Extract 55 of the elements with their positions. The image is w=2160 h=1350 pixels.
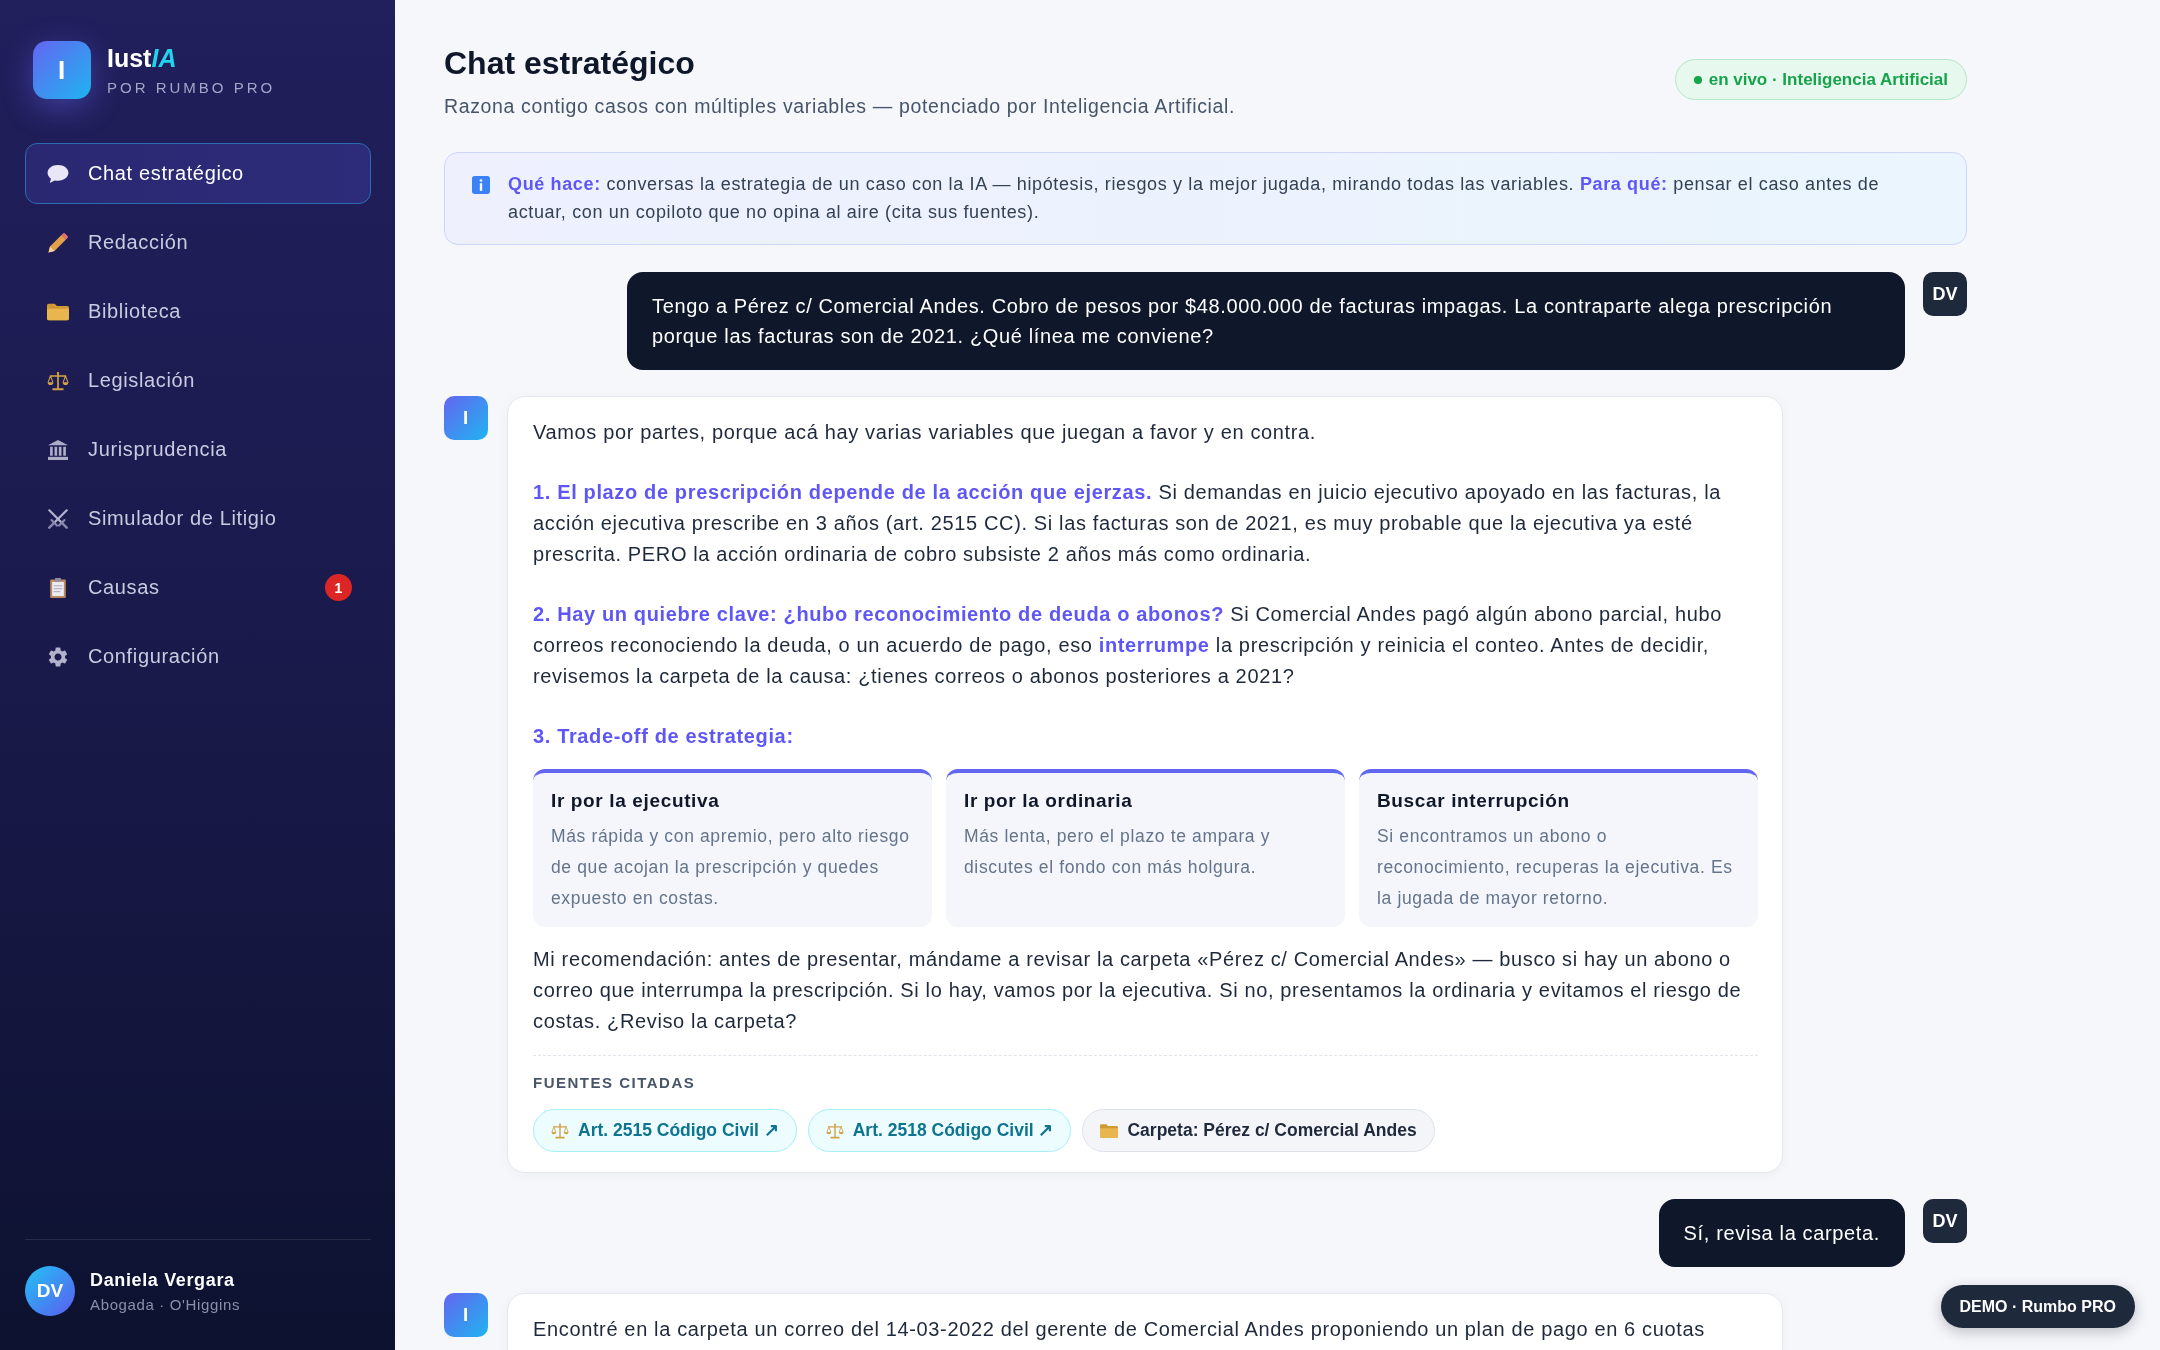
option-title: Buscar interrupción [1377, 789, 1571, 813]
nav-item[interactable]: Causas 1 [25, 557, 371, 618]
count-badge: 1 [325, 574, 352, 601]
option-text: Más rápida y con apremio, pero alto riesgo de que acojan la prescripción y quedes expuesto en costas. [551, 825, 911, 910]
nav-item[interactable]: Chat estratégico [25, 143, 371, 204]
section-heading: 3. Trade-off de estrategia: [533, 724, 795, 749]
nav-item[interactable]: Configuración [25, 626, 371, 687]
crossed-swords-icon [47, 508, 69, 529]
scales-icon [551, 1122, 569, 1139]
pencil-icon [47, 232, 69, 253]
user-avatar: DV [25, 1266, 75, 1316]
nav-item[interactable]: Simulador de Litigio [25, 488, 371, 549]
source-link[interactable]: Art. 2515 Código Civil ↗ [533, 1109, 797, 1152]
nav-item[interactable]: Jurisprudencia [25, 419, 371, 480]
nav-item[interactable]: Legislación [25, 350, 371, 411]
user-role: Abogada · O'Higgins [90, 1295, 241, 1313]
info-icon [472, 176, 490, 194]
message-text: 2. Hay un quiebre clave: ¿hubo reconocimiento de deuda o abonos? Si Comercial Andes pagó algún abono parcial, hubo correos reconociendo la deuda, o un acuerdo de pago, eso interrumpe la prescripción y reinicia el conteo. Antes de decidir, revisemos la carpeta de la causa: ¿tienes correos o abonos posteriores a 2021? [533, 602, 1723, 689]
user-avatar: DV [1923, 272, 1967, 316]
message-text: Mi recomendación: antes de presentar, mándame a revisar la carpeta «Pérez c/ Comercial Andes» — busco si hay un abono o correo que interrumpa la prescripción. Si lo hay, vamos por la ejecutiva. Si no, presentamos la ordinaria y evitamos el riesgo de costas. ¿Reviso la carpeta? [533, 947, 1743, 1034]
building-icon [47, 439, 69, 460]
user-name: Daniela Vergara [90, 1269, 236, 1291]
status-dot-icon [1693, 75, 1702, 84]
assistant-avatar: I [444, 396, 488, 440]
option-text: Más lenta, pero el plazo te ampara y discutes el fondo con más holgura. [964, 825, 1272, 879]
folder-icon [1100, 1122, 1119, 1139]
assistant-avatar: I [444, 1293, 488, 1337]
user-avatar: DV [1923, 1199, 1967, 1243]
message-text: 1. El plazo de prescripción depende de la acción que ejerzas. Si demandas en juicio ejecutivo apoyado en las facturas, la acción ejecutiva prescribe en 3 años (art. 2515 CC). Si las facturas son de 2021, es muy probable que la ejecutiva ya esté prescrita. PERO la acción ordinaria de cobro subsiste 2 años más como ordinaria. [533, 480, 1722, 567]
source-link[interactable]: Carpeta: Pérez c/ Comercial Andes [1082, 1109, 1435, 1152]
option-text: Si encontramos un abono o reconocimiento, recuperas la ejecutiva. Es la jugada de mayor retorno. [1377, 825, 1734, 910]
user-message: Sí, revisa la carpeta. [1658, 1199, 1905, 1267]
clipboard-icon [47, 577, 69, 598]
status-text: en vivo · Inteligencia Artificial [1708, 69, 1948, 90]
nav-item[interactable]: Biblioteca [25, 281, 371, 342]
settings-icon [47, 646, 69, 667]
page-subtitle: Razona contigo casos con múltiples variables — potenciado por Inteligencia Artificial. [444, 94, 1236, 119]
page-title: Chat estratégico [444, 44, 696, 82]
folder-icon [47, 301, 69, 322]
nav-item[interactable]: Redacción [25, 212, 371, 273]
option-title: Ir por la ordinaria [964, 789, 1134, 813]
scales-icon [47, 370, 69, 391]
scales-icon [825, 1122, 844, 1139]
sources-label: FUENTES CITADAS [533, 1073, 697, 1093]
info-text: Qué hace: conversas la estrategia de un caso con la IA — hipótesis, riesgos y la mejor jugada, mirando todas las variables. Para qué: pensar el caso antes de actuar, con un copiloto que no opina al aire (cita sus fuentes). [508, 173, 1881, 224]
source-link[interactable]: Art. 2518 Código Civil ↗ [807, 1109, 1072, 1152]
message-text: Encontré en la carpeta un correo del 14-03-2022 del gerente de Comercial Andes proponiendo un plan de pago en 6 cuotas [533, 1317, 1706, 1342]
message-text: Vamos por partes, porque acá hay varias variables que juegan a favor y en contra. [533, 420, 1317, 445]
brand-tagline: POR RUMBO PRO [107, 79, 276, 95]
option-title: Ir por la ejecutiva [551, 789, 721, 813]
user-message: Tengo a Pérez c/ Comercial Andes. Cobro de pesos por $48.000.000 de facturas impagas. La contraparte alega prescripción porque las facturas son de 2021. ¿Qué línea me conviene? [627, 272, 1905, 370]
demo-badge: DEMO · Rumbo PRO [1940, 1285, 2135, 1328]
logo-tile: I [33, 41, 91, 99]
speech-bubble-icon [47, 163, 69, 184]
brand-name: IustIA [107, 45, 178, 71]
